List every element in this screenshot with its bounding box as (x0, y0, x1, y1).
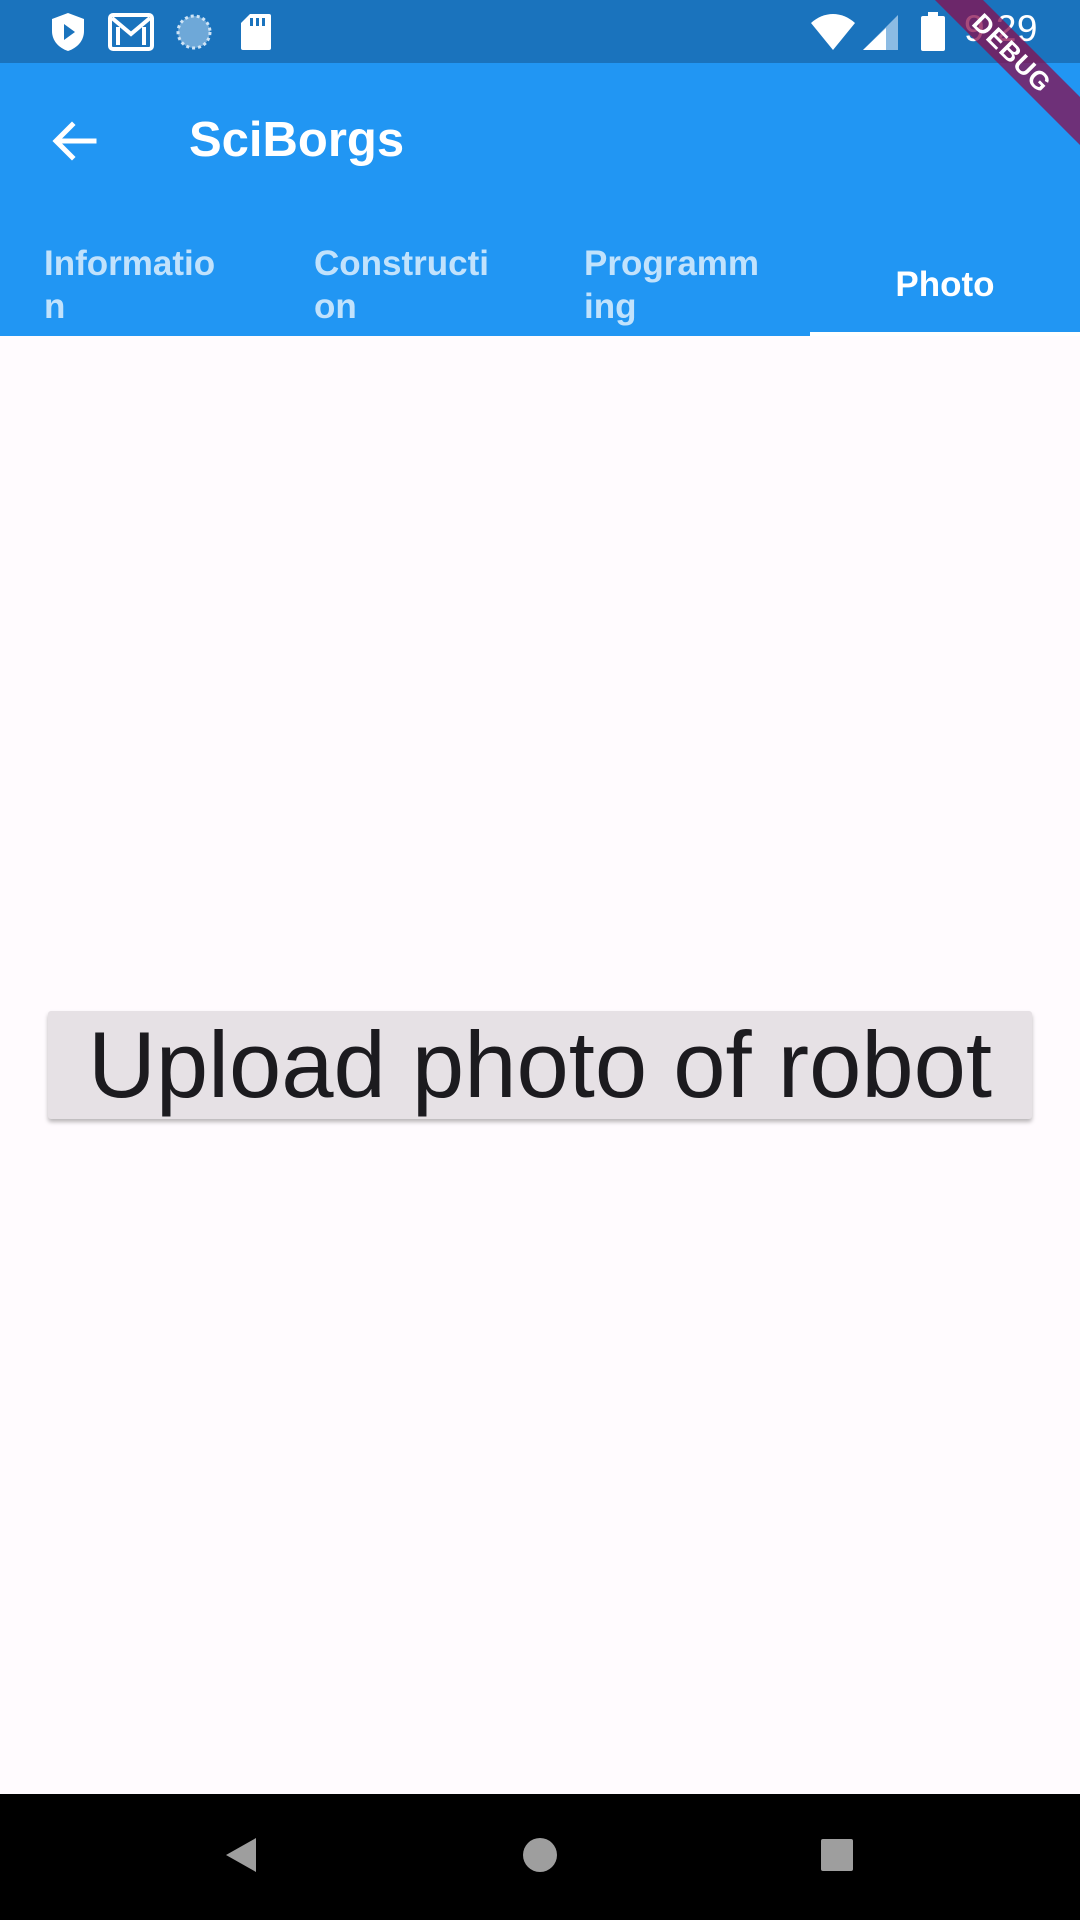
upload-photo-button-label: Upload photo of robot (87, 1012, 993, 1117)
battery-icon (920, 12, 946, 52)
tab-information[interactable]: Information (0, 233, 270, 336)
tab-construction[interactable]: Construction (270, 233, 540, 336)
sd-card-icon (240, 12, 272, 52)
tab-label: Photo (895, 265, 995, 304)
tab-label: Programming (584, 243, 760, 326)
status-bar: 9:29 (0, 0, 1080, 63)
back-triangle-icon (224, 1836, 258, 1879)
tab-programming[interactable]: Programming (540, 233, 810, 336)
signal-icon (862, 12, 900, 52)
tab-label: Information (44, 243, 216, 326)
tab-photo[interactable]: Photo (810, 233, 1080, 336)
recents-square-icon (820, 1838, 854, 1877)
sync-icon (175, 12, 213, 52)
nav-home-button[interactable] (505, 1822, 575, 1892)
gmail-icon (108, 12, 154, 52)
home-circle-icon (522, 1837, 558, 1878)
status-time: 9:29 (963, 8, 1038, 49)
back-button[interactable] (34, 103, 114, 183)
play-protect-icon (50, 12, 86, 52)
system-nav-bar (0, 1794, 1080, 1920)
app-bar: SciBorgs Information Construction Progra… (0, 63, 1080, 336)
page-title: SciBorgs (189, 113, 405, 167)
tab-label: Construction (314, 243, 489, 326)
wifi-icon (810, 12, 856, 52)
upload-photo-button[interactable]: Upload photo of robot (48, 1011, 1032, 1119)
main-content: Upload photo of robot (0, 336, 1080, 1794)
arrow-back-icon (50, 117, 98, 170)
nav-back-button[interactable] (206, 1822, 276, 1892)
nav-recents-button[interactable] (802, 1822, 872, 1892)
tab-bar: Information Construction Programming Pho… (0, 233, 1080, 336)
